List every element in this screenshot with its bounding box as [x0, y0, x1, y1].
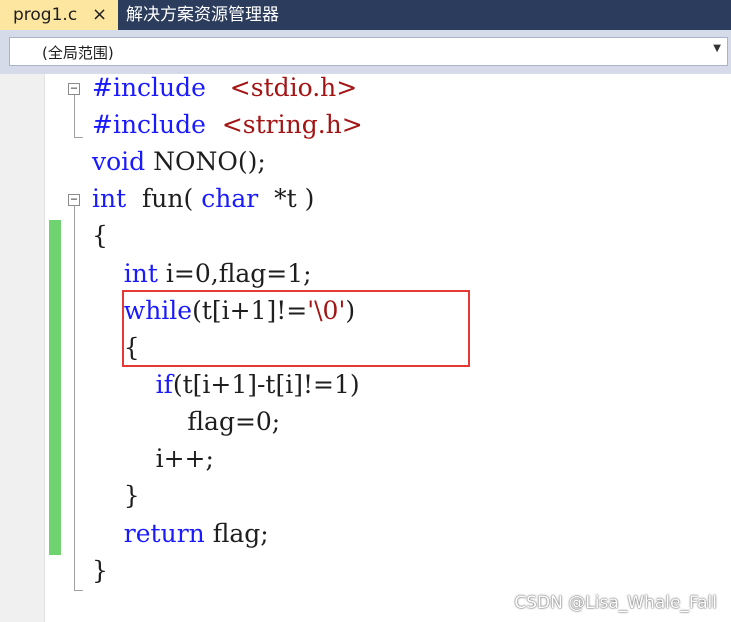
- code-line: }: [92, 553, 108, 589]
- tab-bar: prog1.c × 解决方案资源管理器: [0, 0, 731, 30]
- keyword-token: #include: [92, 110, 206, 139]
- code-line: #include <string.h>: [92, 107, 363, 143]
- fold-guide-line: [74, 95, 75, 137]
- code-token: flag;: [204, 519, 269, 548]
- chevron-down-icon[interactable]: ▼: [713, 43, 721, 54]
- watermark: CSDN @Lisa_Whale_Fall: [514, 593, 717, 613]
- scope-value: (全局范围): [42, 44, 114, 62]
- code-token: *t ): [258, 184, 315, 213]
- code-token: i=0,flag=1;: [157, 259, 312, 288]
- code-line: int fun( char *t ): [92, 181, 314, 217]
- code-token: (t[i+1]-t[i]!=1): [172, 370, 360, 399]
- code-token: }: [92, 556, 108, 585]
- keyword-token: void: [92, 147, 146, 176]
- keyword-token: int: [92, 184, 127, 213]
- code-line: flag=0;: [92, 404, 280, 440]
- fold-guide-end: [74, 590, 83, 591]
- code-token: }: [92, 481, 140, 510]
- highlight-annotation: [122, 290, 470, 367]
- tab-prog1-c[interactable]: prog1.c ×: [0, 0, 118, 30]
- keyword-token: char: [201, 184, 259, 213]
- change-tracking-bar: [49, 220, 61, 555]
- code-token: {: [92, 221, 108, 250]
- string-token: <stdio.h>: [229, 73, 358, 102]
- keyword-token: int: [123, 259, 158, 288]
- code-line: {: [92, 218, 108, 254]
- editor-gutter: [0, 74, 45, 622]
- tab-label: prog1.c: [13, 5, 78, 25]
- code-line: return flag;: [92, 516, 269, 552]
- code-line: void NONO();: [92, 144, 266, 180]
- tab-solution-explorer[interactable]: 解决方案资源管理器: [126, 0, 279, 30]
- string-token: <string.h>: [221, 110, 363, 139]
- keyword-token: if: [155, 370, 173, 399]
- fold-guide-end: [74, 137, 83, 138]
- code-line: int i=0,flag=1;: [92, 256, 312, 292]
- code-token: flag=0;: [92, 407, 281, 436]
- scope-dropdown[interactable]: (全局范围) ▼: [9, 37, 728, 66]
- code-token: NONO();: [145, 147, 266, 176]
- fold-guide-line: [74, 206, 75, 591]
- collapse-icon[interactable]: −: [68, 193, 80, 206]
- code-line: i++;: [92, 441, 214, 477]
- close-icon[interactable]: ×: [92, 0, 107, 30]
- code-line: if(t[i+1]-t[i]!=1): [92, 367, 360, 403]
- code-line: #include <stdio.h>: [92, 70, 357, 106]
- collapse-icon[interactable]: −: [68, 82, 80, 95]
- keyword-token: #include: [92, 73, 206, 102]
- code-token: fun(: [126, 184, 202, 213]
- keyword-token: return: [123, 519, 205, 548]
- code-token: i++;: [92, 444, 214, 473]
- code-line: }: [92, 478, 140, 514]
